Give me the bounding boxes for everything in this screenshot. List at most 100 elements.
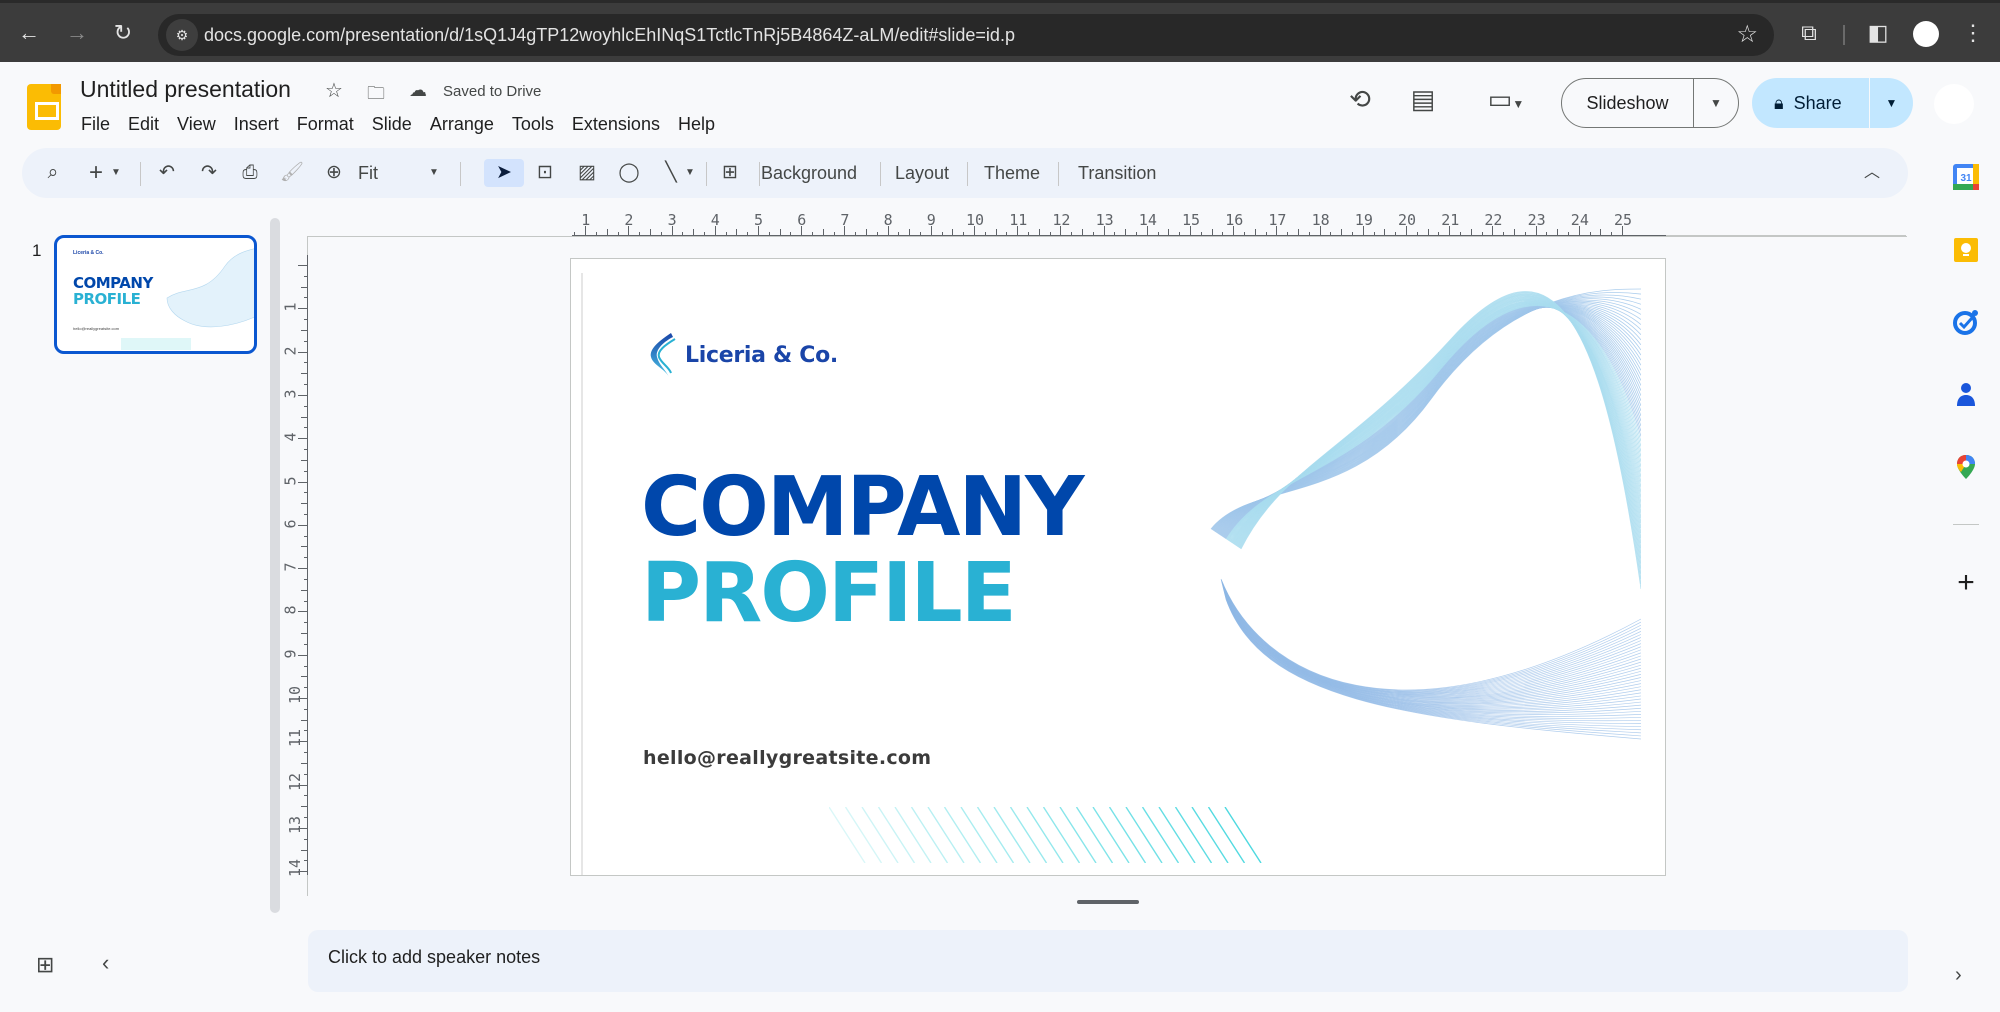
text-box-icon[interactable]: ⊡ <box>530 148 560 198</box>
forward-icon[interactable]: → <box>64 20 90 46</box>
address-bar[interactable]: ⚙ docs.google.com/presentation/d/1sQ1J4g… <box>158 14 1774 56</box>
contacts-icon[interactable] <box>1952 380 1980 408</box>
slide-canvas[interactable]: Liceria & Co. COMPANY PROFILE hello@real… <box>570 258 1666 876</box>
speaker-notes-placeholder[interactable]: Click to add speaker notes <box>328 947 540 968</box>
comments-icon[interactable]: ▤ <box>1406 84 1440 115</box>
collapse-toolbar-icon[interactable]: ︿ <box>1862 148 1882 198</box>
ruler-tick <box>301 589 308 591</box>
account-avatar[interactable] <box>1934 84 1974 124</box>
profile-avatar[interactable] <box>1913 21 1939 47</box>
ruler-tick <box>650 229 651 236</box>
zoom-select[interactable]: Fit <box>358 148 378 198</box>
meet-icon[interactable]: ▭▼ <box>1476 84 1536 115</box>
wave-line <box>1231 301 1641 544</box>
document-title[interactable]: Untitled presentation <box>80 76 291 103</box>
menu-edit[interactable]: Edit <box>119 112 168 137</box>
new-slide-icon[interactable]: + <box>84 148 108 198</box>
share-dropdown-icon[interactable]: ▼ <box>1870 78 1913 128</box>
toolbar-separator <box>706 162 707 186</box>
title-line-company[interactable]: COMPANY <box>641 467 1085 549</box>
stripe-line <box>927 807 965 863</box>
slides-logo-icon[interactable] <box>27 84 61 130</box>
redo-icon[interactable]: ↷ <box>194 148 224 198</box>
menu-file[interactable]: File <box>72 112 119 137</box>
extensions-icon[interactable]: ⧉ <box>1795 20 1823 46</box>
share-main[interactable]: 🔒︎ Share <box>1752 78 1870 128</box>
tasks-icon[interactable] <box>1952 308 1980 336</box>
layout-button[interactable]: Layout <box>895 148 949 198</box>
print-icon[interactable]: ⎙ <box>235 148 265 198</box>
star-icon[interactable]: ☆ <box>325 78 343 103</box>
menu-format[interactable]: Format <box>288 112 363 137</box>
contact-email[interactable]: hello@reallygreatsite.com <box>643 747 931 769</box>
paint-format-icon[interactable]: 🖌︎ <box>277 148 307 198</box>
slide-thumbnail[interactable]: Liceria & Co. COMPANY PROFILE hello@real… <box>54 235 257 354</box>
title-line-profile[interactable]: PROFILE <box>641 553 1017 635</box>
expand-side-panel-icon[interactable]: › <box>1955 964 1962 987</box>
undo-icon[interactable]: ↶ <box>152 148 182 198</box>
menu-help[interactable]: Help <box>669 112 724 137</box>
cloud-saved-icon[interactable]: ☁ <box>409 80 427 101</box>
stripe-line <box>910 807 949 863</box>
zoom-icon[interactable]: ⊕ <box>319 148 349 198</box>
more-vert-icon[interactable]: ⋮ <box>1959 20 1987 46</box>
stripe-line <box>1125 807 1163 863</box>
slideshow-button[interactable]: Slideshow ▼ <box>1561 78 1739 128</box>
wave-line <box>1227 304 1641 541</box>
zoom-dropdown-icon[interactable]: ▼ <box>426 148 442 198</box>
menu-slide[interactable]: Slide <box>363 112 421 137</box>
menu-insert[interactable]: Insert <box>225 112 288 137</box>
version-history-icon[interactable]: ⟲ <box>1343 84 1377 115</box>
grid-view-icon[interactable]: ⊞ <box>36 952 54 978</box>
bookmark-star-icon[interactable]: ☆ <box>1736 20 1758 49</box>
add-comment-icon[interactable]: ⊞ <box>715 148 745 198</box>
ruler-tick <box>704 232 705 236</box>
ruler-tick <box>304 817 308 819</box>
ruler-tick <box>984 232 986 236</box>
keep-icon[interactable] <box>1952 236 1980 264</box>
calendar-icon[interactable]: 31 <box>1952 163 1980 191</box>
search-menus-icon[interactable]: ⌕ <box>38 148 68 198</box>
wave-line <box>1230 301 1641 543</box>
wave-mesh-art[interactable] <box>1201 279 1641 759</box>
ruler-tick <box>1470 229 1472 236</box>
menu-extensions[interactable]: Extensions <box>563 112 669 137</box>
insert-image-icon[interactable]: ▨ <box>572 148 602 198</box>
slideshow-dropdown-icon[interactable]: ▼ <box>1694 79 1738 127</box>
toolbar-divider <box>1843 25 1845 45</box>
wave-line <box>1219 306 1641 536</box>
diagonal-stripes-art[interactable] <box>829 807 1289 863</box>
share-button[interactable]: 🔒︎ Share ▼ <box>1752 78 1913 128</box>
wave-line <box>1223 306 1641 539</box>
menu-tools[interactable]: Tools <box>503 112 563 137</box>
transition-button[interactable]: Transition <box>1078 148 1156 198</box>
get-addons-icon[interactable]: + <box>1952 566 1980 600</box>
select-cursor-icon[interactable]: ➤ <box>489 148 519 198</box>
ruler-tick <box>822 229 824 236</box>
maps-icon[interactable] <box>1952 453 1980 481</box>
filmstrip-scrollbar[interactable] <box>270 218 280 913</box>
menu-arrange[interactable]: Arrange <box>421 112 503 137</box>
move-folder-icon[interactable]: 🗀 <box>367 81 385 111</box>
slideshow-start[interactable]: Slideshow <box>1562 79 1694 127</box>
brand-logo[interactable]: Liceria & Co. <box>645 331 838 379</box>
menu-view[interactable]: View <box>168 112 225 137</box>
wave-line <box>1221 581 1641 693</box>
line-dropdown-icon[interactable]: ▼ <box>682 148 698 198</box>
reload-icon[interactable]: ↻ <box>110 20 136 46</box>
theme-button[interactable]: Theme <box>984 148 1040 198</box>
ruler-tick <box>304 449 308 451</box>
ruler-tick <box>639 232 641 236</box>
vertical-ruler[interactable]: 1 2 3 4 5 6 7 8 9 10 11 12 13 14 <box>282 255 308 877</box>
notes-resize-handle[interactable] <box>1077 900 1139 904</box>
collapse-filmstrip-icon[interactable]: ‹ <box>102 950 109 976</box>
horizontal-ruler[interactable]: 1 2 3 4 5 6 7 8 9 10 11 12 13 14 15 16 17 18 19 20 21 22 23 24 2… <box>572 208 1666 236</box>
speaker-notes[interactable]: Click to add speaker notes <box>308 930 1908 992</box>
background-button[interactable]: Background <box>761 148 857 198</box>
back-icon[interactable]: ← <box>16 20 42 46</box>
new-slide-dropdown-icon[interactable]: ▼ <box>108 148 124 198</box>
site-info-icon[interactable]: ⚙ <box>166 19 198 51</box>
side-panel-icon[interactable]: ◧ <box>1864 20 1892 46</box>
url-text[interactable]: docs.google.com/presentation/d/1sQ1J4gTP… <box>204 25 1015 46</box>
shape-icon[interactable]: ◯ <box>614 148 644 198</box>
